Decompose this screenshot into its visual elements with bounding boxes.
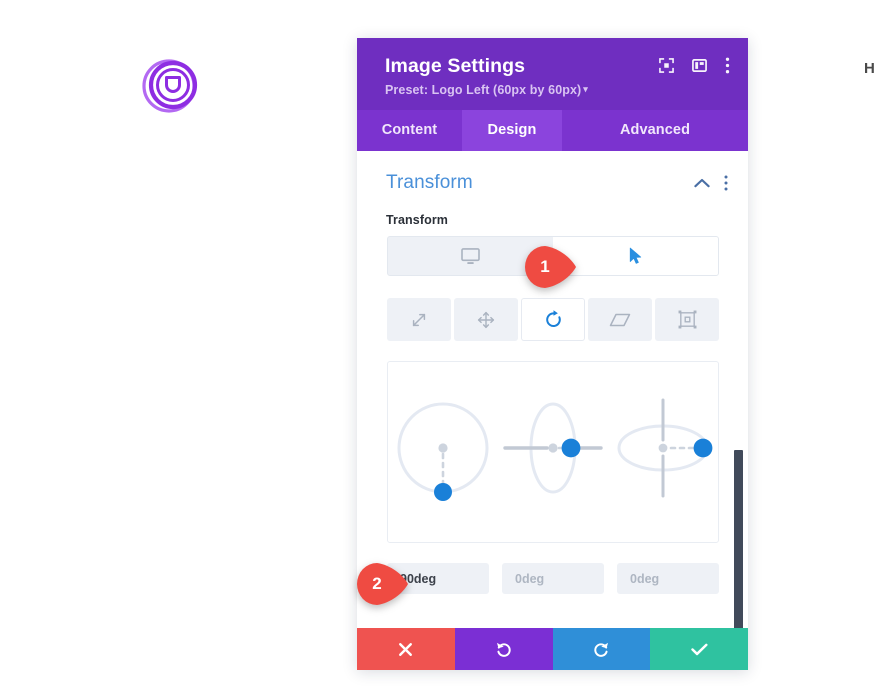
skew-parallelogram-icon bbox=[609, 313, 631, 326]
desktop-icon bbox=[461, 247, 480, 264]
header-icon-group bbox=[659, 57, 730, 74]
save-button[interactable] bbox=[650, 628, 748, 670]
undo-icon bbox=[496, 642, 511, 657]
tab-design[interactable]: Design bbox=[462, 110, 562, 151]
rotation-dial-group bbox=[387, 361, 719, 543]
layout-icon[interactable] bbox=[692, 58, 707, 73]
rotate-x-input[interactable]: 0deg bbox=[502, 563, 604, 594]
rotate-icon bbox=[545, 310, 561, 327]
action-bar bbox=[357, 628, 748, 670]
tab-advanced[interactable]: Advanced bbox=[562, 110, 748, 151]
callout-1-number: 1 bbox=[540, 257, 550, 276]
tab-bar: Content Design Advanced bbox=[357, 110, 748, 151]
check-icon bbox=[690, 643, 708, 655]
transform-section-header: Transform bbox=[357, 151, 748, 194]
kebab-menu-icon[interactable] bbox=[725, 57, 730, 74]
scale-arrow-icon bbox=[412, 313, 426, 326]
transform-origin-icon bbox=[678, 310, 696, 329]
transform-tool-group bbox=[387, 298, 719, 341]
redo-icon bbox=[594, 642, 609, 657]
callout-2-number: 2 bbox=[372, 574, 382, 593]
tool-skew[interactable] bbox=[588, 298, 652, 341]
edge-letter: H bbox=[864, 60, 876, 77]
chevron-up-icon[interactable] bbox=[694, 178, 710, 188]
rotate-x-dial[interactable] bbox=[501, 392, 605, 512]
callout-2: 2 bbox=[357, 563, 409, 605]
section-title: Transform bbox=[386, 172, 473, 193]
redo-button[interactable] bbox=[552, 628, 651, 670]
rotate-y-dial[interactable] bbox=[611, 392, 715, 512]
divi-logo bbox=[139, 54, 203, 118]
tool-scale[interactable] bbox=[387, 298, 451, 341]
callout-1: 1 bbox=[525, 246, 577, 288]
tool-move[interactable] bbox=[454, 298, 518, 341]
rotate-z-dial[interactable] bbox=[391, 392, 495, 512]
chevron-down-icon: ▾ bbox=[583, 84, 588, 94]
close-icon bbox=[399, 642, 413, 656]
tab-content[interactable]: Content bbox=[357, 110, 462, 151]
cancel-button[interactable] bbox=[357, 628, 455, 670]
preset-label: Preset: Logo Left (60px by 60px) bbox=[385, 83, 582, 97]
tool-origin[interactable] bbox=[655, 298, 719, 341]
undo-button[interactable] bbox=[454, 628, 553, 670]
image-settings-panel: Image Settings Preset: Logo Left (60px b… bbox=[357, 38, 748, 670]
kebab-menu-icon[interactable] bbox=[724, 175, 728, 191]
segment-hover[interactable] bbox=[553, 237, 718, 275]
preset-selector[interactable]: Preset: Logo Left (60px by 60px) ▾ bbox=[385, 83, 724, 97]
move-arrows-icon bbox=[477, 311, 495, 328]
panel-body: Transform Transform 90deg 0deg 0deg bbox=[357, 151, 748, 628]
fullscreen-icon[interactable] bbox=[659, 58, 674, 73]
transform-field-label: Transform bbox=[386, 213, 449, 227]
cursor-icon bbox=[629, 247, 641, 264]
panel-scrollbar[interactable] bbox=[734, 450, 743, 628]
rotate-y-input[interactable]: 0deg bbox=[617, 563, 719, 594]
screen: H Image Settings Preset: Logo Left (60px… bbox=[0, 0, 880, 691]
rotation-value-row: 90deg 0deg 0deg bbox=[387, 563, 719, 594]
tool-rotate[interactable] bbox=[521, 298, 585, 341]
panel-header: Image Settings Preset: Logo Left (60px b… bbox=[357, 38, 748, 110]
